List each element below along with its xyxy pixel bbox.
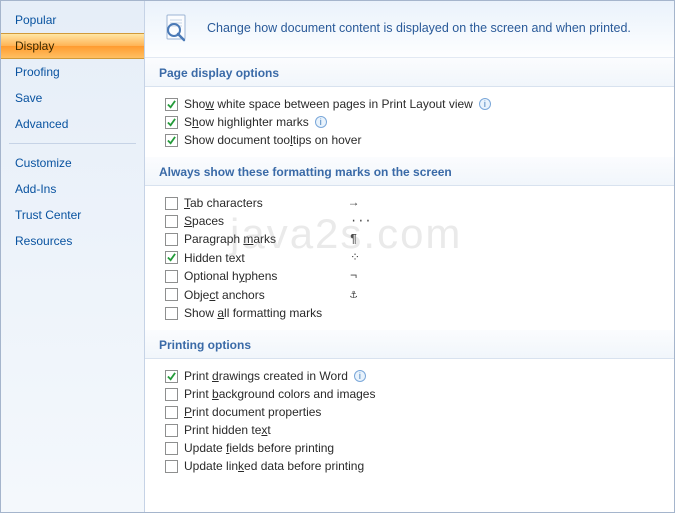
- info-icon[interactable]: i: [479, 98, 491, 110]
- option-row: Hidden text ⁘: [159, 248, 660, 267]
- main-panel: Change how document content is displayed…: [145, 1, 674, 512]
- option-row: Print hidden text: [159, 421, 660, 439]
- option-row: Paragraph marks ¶: [159, 230, 660, 248]
- option-row: Spaces ···: [159, 212, 660, 230]
- info-icon[interactable]: i: [354, 370, 366, 382]
- option-label[interactable]: Print document properties: [184, 405, 321, 419]
- option-row: Print drawings created in Word i: [159, 367, 660, 385]
- checkbox[interactable]: [165, 388, 178, 401]
- option-label[interactable]: Update linked data before printing: [184, 459, 364, 473]
- formatting-mark-symbol: ¬: [350, 269, 357, 283]
- option-row: Update linked data before printing: [159, 457, 660, 475]
- checkbox[interactable]: [165, 307, 178, 320]
- option-label[interactable]: Hidden text: [184, 251, 344, 265]
- checkbox[interactable]: [165, 406, 178, 419]
- info-icon[interactable]: i: [315, 116, 327, 128]
- option-label[interactable]: Show document tooltips on hover: [184, 133, 361, 147]
- sidebar-item-save[interactable]: Save: [1, 85, 144, 111]
- checkbox[interactable]: [165, 288, 178, 301]
- checkbox[interactable]: [165, 215, 178, 228]
- option-row: Print document properties: [159, 403, 660, 421]
- sidebar-item-proofing[interactable]: Proofing: [1, 59, 144, 85]
- sidebar-item-popular[interactable]: Popular: [1, 7, 144, 33]
- header-banner: Change how document content is displayed…: [145, 1, 674, 58]
- formatting-mark-symbol: →: [350, 196, 357, 210]
- option-label[interactable]: Print background colors and images: [184, 387, 375, 401]
- option-label[interactable]: Show all formatting marks: [184, 306, 344, 320]
- formatting-mark-symbol: ⚓: [350, 287, 357, 302]
- option-label[interactable]: Object anchors: [184, 288, 344, 302]
- sidebar-item-customize[interactable]: Customize: [1, 150, 144, 176]
- section-formatting-marks: Always show these formatting marks on th…: [145, 157, 674, 330]
- option-label[interactable]: Print hidden text: [184, 423, 271, 437]
- option-row: Show document tooltips on hover: [159, 131, 660, 149]
- options-dialog: PopularDisplayProofingSaveAdvanced Custo…: [0, 0, 675, 513]
- sidebar-item-display[interactable]: Display: [1, 33, 144, 59]
- option-row: Optional hyphens ¬: [159, 267, 660, 285]
- checkbox[interactable]: [165, 424, 178, 437]
- option-label[interactable]: Paragraph marks: [184, 232, 344, 246]
- section-page-display: Page display options Show white space be…: [145, 58, 674, 157]
- section-printing: Printing options Print drawings created …: [145, 330, 674, 483]
- section-title-printing: Printing options: [145, 330, 674, 359]
- checkbox[interactable]: [165, 270, 178, 283]
- option-row: Print background colors and images: [159, 385, 660, 403]
- magnifier-document-icon: [159, 11, 193, 45]
- option-label[interactable]: Tab characters: [184, 196, 344, 210]
- checkbox[interactable]: [165, 233, 178, 246]
- option-row: Show white space between pages in Print …: [159, 95, 660, 113]
- option-row: Tab characters →: [159, 194, 660, 212]
- category-sidebar: PopularDisplayProofingSaveAdvanced Custo…: [1, 1, 145, 512]
- checkbox[interactable]: [165, 197, 178, 210]
- checkbox[interactable]: [165, 251, 178, 264]
- option-label[interactable]: Print drawings created in Word: [184, 369, 348, 383]
- formatting-mark-symbol: ⁘: [350, 250, 360, 265]
- option-label[interactable]: Show white space between pages in Print …: [184, 97, 473, 111]
- sidebar-item-add-ins[interactable]: Add-Ins: [1, 176, 144, 202]
- checkbox[interactable]: [165, 442, 178, 455]
- header-text: Change how document content is displayed…: [207, 21, 631, 35]
- checkbox[interactable]: [165, 116, 178, 129]
- formatting-mark-symbol: ¶: [350, 232, 357, 246]
- option-row: Object anchors ⚓: [159, 285, 660, 304]
- option-label[interactable]: Spaces: [184, 214, 344, 228]
- sidebar-separator: [9, 143, 136, 144]
- option-row: Show all formatting marks: [159, 304, 660, 322]
- option-row: Update fields before printing: [159, 439, 660, 457]
- formatting-mark-symbol: ···: [350, 214, 372, 228]
- sidebar-item-trust-center[interactable]: Trust Center: [1, 202, 144, 228]
- option-label[interactable]: Show highlighter marks: [184, 115, 309, 129]
- sidebar-item-advanced[interactable]: Advanced: [1, 111, 144, 137]
- checkbox[interactable]: [165, 134, 178, 147]
- checkbox[interactable]: [165, 460, 178, 473]
- option-label[interactable]: Optional hyphens: [184, 269, 344, 283]
- section-title-formatting-marks: Always show these formatting marks on th…: [145, 157, 674, 186]
- option-label[interactable]: Update fields before printing: [184, 441, 334, 455]
- option-row: Show highlighter marks i: [159, 113, 660, 131]
- checkbox[interactable]: [165, 370, 178, 383]
- checkbox[interactable]: [165, 98, 178, 111]
- sidebar-item-resources[interactable]: Resources: [1, 228, 144, 254]
- section-title-page-display: Page display options: [145, 58, 674, 87]
